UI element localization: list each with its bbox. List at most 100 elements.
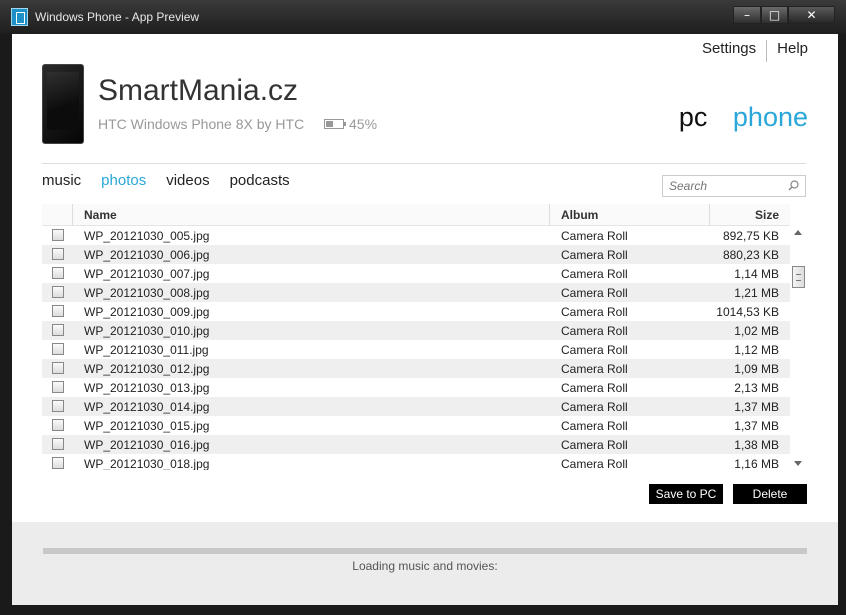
file-size: 1,12 MB [734, 343, 779, 357]
album-name: Camera Roll [561, 381, 628, 395]
table-header: Name Album Size [42, 204, 790, 226]
table-row[interactable]: WP_20121030_009.jpg Camera Roll 1014,53 KB [42, 302, 790, 321]
table-row[interactable]: WP_20121030_010.jpg Camera Roll 1,02 MB [42, 321, 790, 340]
battery-status: 45% [324, 116, 377, 132]
album-name: Camera Roll [561, 248, 628, 262]
row-checkbox[interactable] [52, 286, 64, 298]
file-size: 2,13 MB [734, 381, 779, 395]
app-icon [11, 8, 28, 26]
pc-view-link[interactable]: pc [679, 102, 708, 132]
file-size: 1,14 MB [734, 267, 779, 281]
view-switch: pc phone [679, 102, 808, 133]
table-row[interactable]: WP_20121030_011.jpg Camera Roll 1,12 MB [42, 340, 790, 359]
file-name: WP_20121030_007.jpg [84, 267, 210, 281]
file-name: WP_20121030_008.jpg [84, 286, 210, 300]
album-name: Camera Roll [561, 419, 628, 433]
scroll-thumb[interactable] [792, 266, 805, 288]
device-model: HTC Windows Phone 8X by HTC [98, 116, 305, 132]
window-content: Settings Help SmartMania.cz HTC Windows … [12, 34, 838, 605]
row-checkbox[interactable] [52, 248, 64, 260]
row-checkbox[interactable] [52, 343, 64, 355]
title-bar: Windows Phone - App Preview – □ ✕ [0, 0, 846, 34]
loading-progress-bar [43, 548, 807, 554]
album-name: Camera Roll [561, 229, 628, 243]
file-name: WP_20121030_016.jpg [84, 438, 210, 452]
media-tabs: music photos videos podcasts [42, 172, 310, 189]
phone-view-link[interactable]: phone [733, 102, 808, 132]
row-checkbox[interactable] [52, 267, 64, 279]
select-all-column[interactable] [42, 204, 73, 226]
file-name: WP_20121030_012.jpg [84, 362, 210, 376]
file-size: 1,37 MB [734, 419, 779, 433]
file-size: 1,38 MB [734, 438, 779, 452]
file-size: 1,37 MB [734, 400, 779, 414]
file-name: WP_20121030_009.jpg [84, 305, 210, 319]
help-link[interactable]: Help [777, 40, 808, 62]
battery-icon [324, 119, 346, 129]
file-size: 1,21 MB [734, 286, 779, 300]
album-name: Camera Roll [561, 362, 628, 376]
row-checkbox[interactable] [52, 305, 64, 317]
vertical-scrollbar[interactable] [790, 226, 806, 470]
device-name: SmartMania.cz [98, 74, 299, 107]
header-divider-line [42, 163, 806, 164]
album-name: Camera Roll [561, 286, 628, 300]
row-checkbox[interactable] [52, 324, 64, 336]
table-row[interactable]: WP_20121030_016.jpg Camera Roll 1,38 MB [42, 435, 790, 454]
search-box[interactable] [662, 175, 806, 197]
tab-podcasts[interactable]: podcasts [230, 172, 290, 189]
table-row[interactable]: WP_20121030_007.jpg Camera Roll 1,14 MB [42, 264, 790, 283]
window-controls: – □ ✕ [733, 6, 835, 24]
battery-percent: 45% [349, 116, 378, 132]
row-checkbox[interactable] [52, 438, 64, 450]
column-header-size[interactable]: Size [710, 204, 790, 226]
row-checkbox[interactable] [52, 457, 64, 469]
window-title: Windows Phone - App Preview [35, 10, 200, 24]
scroll-down-arrow[interactable] [794, 461, 802, 466]
file-name: WP_20121030_015.jpg [84, 419, 210, 433]
file-size: 1,09 MB [734, 362, 779, 376]
tab-music[interactable]: music [42, 172, 81, 189]
tab-photos[interactable]: photos [101, 172, 146, 189]
settings-link[interactable]: Settings [702, 40, 756, 62]
table-row[interactable]: WP_20121030_018.jpg Camera Roll 1,16 MB [42, 454, 790, 470]
file-name: WP_20121030_013.jpg [84, 381, 210, 395]
album-name: Camera Roll [561, 457, 628, 470]
album-name: Camera Roll [561, 267, 628, 281]
file-name: WP_20121030_005.jpg [84, 229, 210, 243]
file-name: WP_20121030_018.jpg [84, 457, 210, 470]
row-checkbox[interactable] [52, 400, 64, 412]
save-to-pc-button[interactable]: Save to PC [649, 484, 723, 504]
search-input[interactable] [669, 179, 779, 193]
table-body: WP_20121030_005.jpg Camera Roll 892,75 KB W… [42, 226, 790, 470]
table-row[interactable]: WP_20121030_012.jpg Camera Roll 1,09 MB [42, 359, 790, 378]
close-button[interactable]: ✕ [788, 6, 835, 24]
column-header-album[interactable]: Album [550, 204, 710, 226]
table-row[interactable]: WP_20121030_013.jpg Camera Roll 2,13 MB [42, 378, 790, 397]
table-row[interactable]: WP_20121030_014.jpg Camera Roll 1,37 MB [42, 397, 790, 416]
table-row[interactable]: WP_20121030_015.jpg Camera Roll 1,37 MB [42, 416, 790, 435]
delete-button[interactable]: Delete [733, 484, 807, 504]
table-row[interactable]: WP_20121030_008.jpg Camera Roll 1,21 MB [42, 283, 790, 302]
album-name: Camera Roll [561, 305, 628, 319]
search-icon[interactable] [788, 180, 799, 191]
minimize-button[interactable]: – [733, 6, 761, 24]
file-size: 1014,53 KB [716, 305, 779, 319]
column-header-name[interactable]: Name [73, 204, 550, 226]
loading-status-text: Loading music and movies: [352, 559, 498, 573]
album-name: Camera Roll [561, 324, 628, 338]
table-row[interactable]: WP_20121030_005.jpg Camera Roll 892,75 KB [42, 226, 790, 245]
maximize-button[interactable]: □ [761, 6, 788, 24]
table-row[interactable]: WP_20121030_006.jpg Camera Roll 880,23 KB [42, 245, 790, 264]
scroll-up-arrow[interactable] [794, 230, 802, 235]
header-links: Settings Help [702, 40, 808, 62]
phone-image [42, 64, 84, 144]
row-checkbox[interactable] [52, 229, 64, 241]
row-checkbox[interactable] [52, 381, 64, 393]
file-name: WP_20121030_011.jpg [84, 343, 209, 357]
row-checkbox[interactable] [52, 362, 64, 374]
file-size: 1,02 MB [734, 324, 779, 338]
row-checkbox[interactable] [52, 419, 64, 431]
header-divider [766, 40, 768, 62]
tab-videos[interactable]: videos [166, 172, 209, 189]
